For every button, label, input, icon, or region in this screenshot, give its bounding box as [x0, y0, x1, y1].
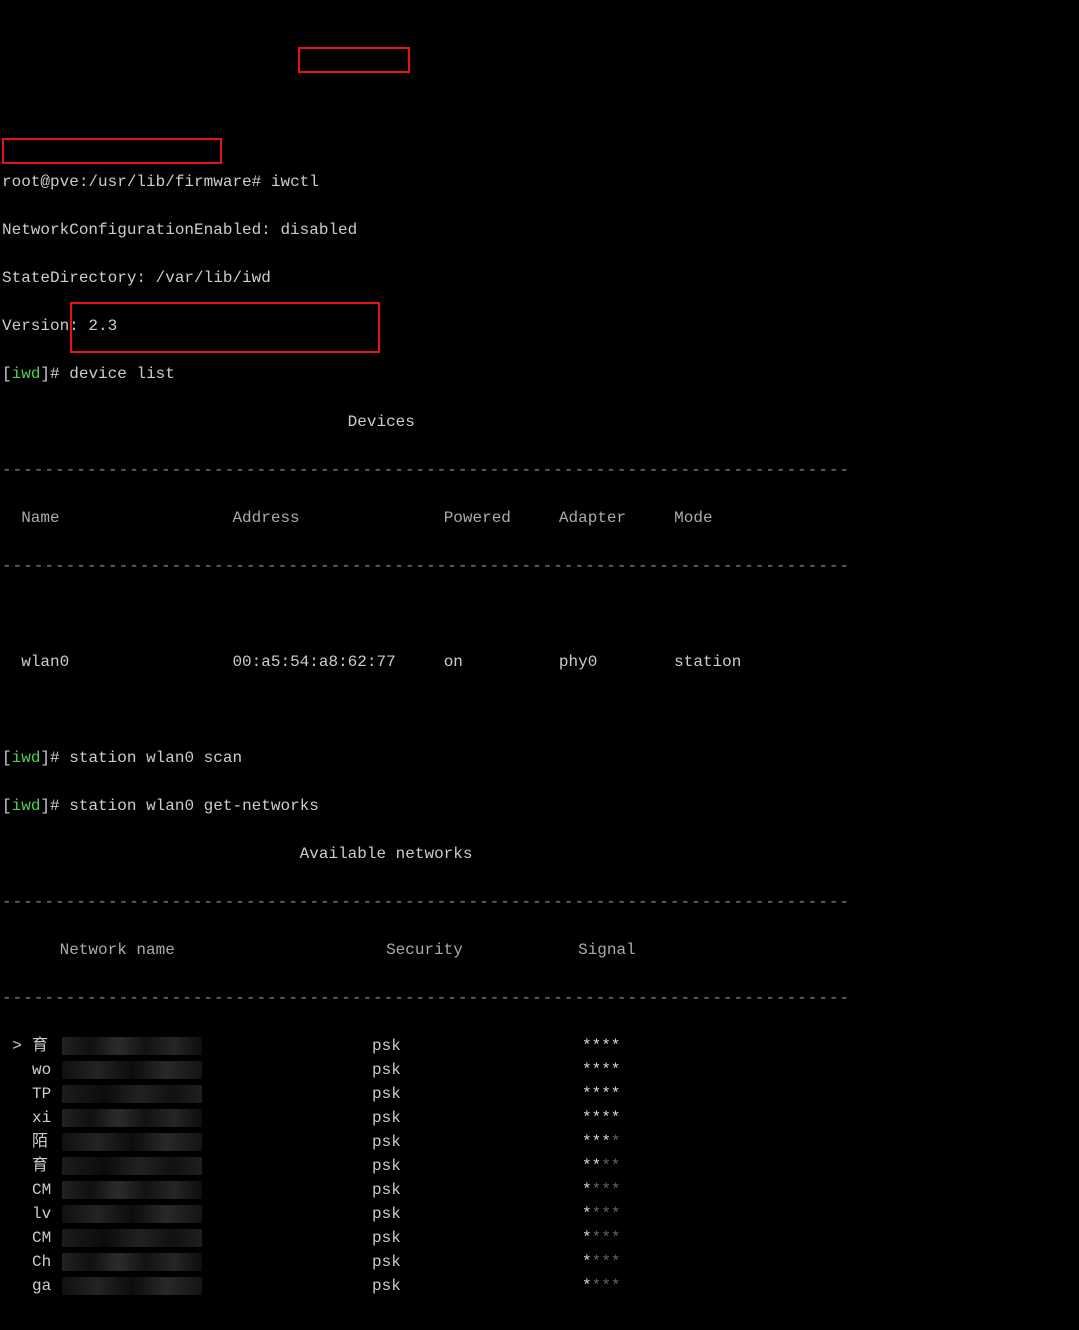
- network-name-prefix: wo: [32, 1058, 62, 1082]
- network-security: psk: [372, 1178, 582, 1202]
- network-name-obscured: [62, 1253, 202, 1271]
- network-row[interactable]: ga psk****: [2, 1274, 1077, 1298]
- network-name-prefix: CM: [32, 1226, 62, 1250]
- network-signal: ****: [582, 1226, 620, 1250]
- network-security: psk: [372, 1130, 582, 1154]
- network-security: psk: [372, 1202, 582, 1226]
- command-station-get-networks: station wlan0 get-networks: [69, 797, 319, 815]
- output-line: NetworkConfigurationEnabled: disabled: [2, 218, 1077, 242]
- network-row[interactable]: 育 psk****: [2, 1154, 1077, 1178]
- network-name-obscured: [62, 1229, 202, 1247]
- network-signal: ****: [582, 1106, 620, 1130]
- selection-marker: [2, 1274, 32, 1298]
- network-name-prefix: lv: [32, 1202, 62, 1226]
- section-title: Devices: [2, 410, 1077, 434]
- network-row[interactable]: > 育 psk****: [2, 1034, 1077, 1058]
- network-signal: ****: [582, 1154, 620, 1178]
- network-name-obscured: [62, 1277, 202, 1295]
- devices-header: Name Address Powered Adapter Mode: [2, 506, 1077, 530]
- divider: ----------------------------------------…: [2, 890, 1077, 914]
- selection-marker: [2, 1250, 32, 1274]
- network-security: psk: [372, 1034, 582, 1058]
- network-signal: ****: [582, 1082, 620, 1106]
- highlight-box-iwctl: [298, 47, 410, 73]
- selection-marker: [2, 1058, 32, 1082]
- divider: ----------------------------------------…: [2, 554, 1077, 578]
- network-row[interactable]: CM psk****: [2, 1226, 1077, 1250]
- network-row[interactable]: 陌 psk****: [2, 1130, 1077, 1154]
- network-name-prefix: 育: [32, 1034, 62, 1058]
- network-security: psk: [372, 1250, 582, 1274]
- command-iwctl: iwctl: [271, 173, 319, 191]
- network-row[interactable]: TP psk****: [2, 1082, 1077, 1106]
- network-name-obscured: [62, 1109, 202, 1127]
- network-name-obscured: [62, 1037, 202, 1055]
- network-security: psk: [372, 1154, 582, 1178]
- network-name-obscured: [62, 1085, 202, 1103]
- network-security: psk: [372, 1058, 582, 1082]
- selection-marker: [2, 1178, 32, 1202]
- network-name-obscured: [62, 1061, 202, 1079]
- device-row: wlan0 00:a5:54:a8:62:77 on phy0 station: [2, 650, 1077, 674]
- network-row[interactable]: wo psk****: [2, 1058, 1077, 1082]
- network-name-prefix: Ch: [32, 1250, 62, 1274]
- network-security: psk: [372, 1274, 582, 1298]
- network-name-obscured: [62, 1157, 202, 1175]
- divider: ----------------------------------------…: [2, 986, 1077, 1010]
- network-row[interactable]: Ch psk****: [2, 1250, 1077, 1274]
- terminal[interactable]: root@pve:/usr/lib/firmware# iwctl Networ…: [2, 26, 1077, 1322]
- divider: ----------------------------------------…: [2, 458, 1077, 482]
- network-signal: ****: [582, 1178, 620, 1202]
- selection-marker: [2, 1226, 32, 1250]
- section-title: Available networks: [2, 842, 1077, 866]
- output-line: StateDirectory: /var/lib/iwd: [2, 266, 1077, 290]
- selection-marker: [2, 1106, 32, 1130]
- selection-marker: [2, 1082, 32, 1106]
- selection-marker: [2, 1154, 32, 1178]
- network-name-prefix: TP: [32, 1082, 62, 1106]
- selection-marker: >: [2, 1034, 32, 1058]
- network-name-prefix: 育: [32, 1154, 62, 1178]
- network-signal: ****: [582, 1034, 620, 1058]
- shell-prompt: root@pve:/usr/lib/firmware#: [2, 173, 261, 191]
- network-security: psk: [372, 1082, 582, 1106]
- network-signal: ****: [582, 1058, 620, 1082]
- network-name-prefix: CM: [32, 1178, 62, 1202]
- iwd-prompt: iwd: [12, 797, 41, 815]
- network-signal: ****: [582, 1250, 620, 1274]
- network-security: psk: [372, 1106, 582, 1130]
- network-name-obscured: [62, 1181, 202, 1199]
- network-signal: ****: [582, 1274, 620, 1298]
- network-row[interactable]: xi psk****: [2, 1106, 1077, 1130]
- networks-header: Network name Security Signal: [2, 938, 1077, 962]
- network-row[interactable]: lv psk****: [2, 1202, 1077, 1226]
- network-signal: ****: [582, 1130, 620, 1154]
- iwd-prompt: iwd: [12, 365, 41, 383]
- network-name-prefix: ga: [32, 1274, 62, 1298]
- selection-marker: [2, 1202, 32, 1226]
- network-name-prefix: xi: [32, 1106, 62, 1130]
- selection-marker: [2, 1130, 32, 1154]
- command-station-scan: station wlan0 scan: [69, 749, 242, 767]
- network-row[interactable]: CM psk****: [2, 1178, 1077, 1202]
- network-security: psk: [372, 1226, 582, 1250]
- network-name-prefix: 陌: [32, 1130, 62, 1154]
- network-signal: ****: [582, 1202, 620, 1226]
- command-device-list: device list: [69, 365, 175, 383]
- network-name-obscured: [62, 1133, 202, 1151]
- iwd-prompt: iwd: [12, 749, 41, 767]
- network-name-obscured: [62, 1205, 202, 1223]
- output-line: Version: 2.3: [2, 314, 1077, 338]
